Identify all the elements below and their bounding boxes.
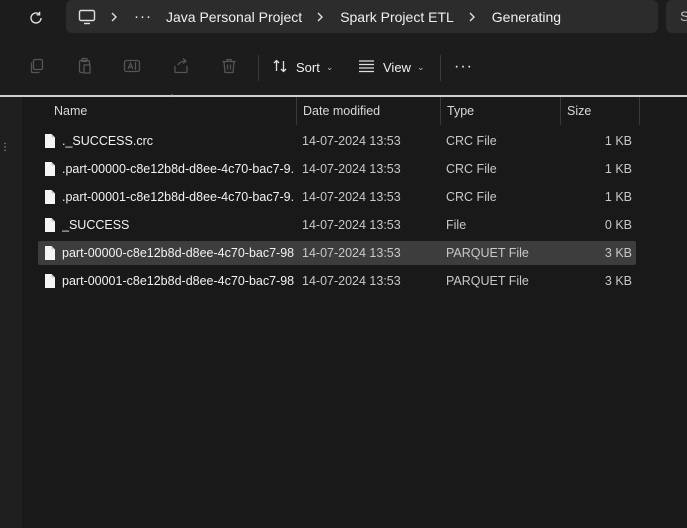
file-row[interactable]: _SUCCESS 14-07-2024 13:53 File 0 KB xyxy=(38,213,636,237)
share-icon[interactable] xyxy=(172,57,192,77)
file-type: CRC File xyxy=(446,190,497,204)
rename-icon[interactable] xyxy=(123,57,143,77)
file-size: 3 KB xyxy=(604,274,632,288)
file-size: 3 KB xyxy=(604,246,632,260)
toolbar-divider xyxy=(258,55,259,81)
file-type: File xyxy=(446,218,467,232)
file-type: PARQUET File xyxy=(446,246,529,260)
breadcrumb-spark-project-etl[interactable]: Spark Project ETL xyxy=(340,9,454,25)
file-name: .part-00000-c8e12b8d-d8ee-4c70-bac7-9... xyxy=(62,162,294,176)
copy-icon[interactable] xyxy=(28,57,48,77)
pane-edge-marker: ⋮ xyxy=(0,142,10,153)
file-row[interactable]: part-00000-c8e12b8d-d8ee-4c70-bac7-98...… xyxy=(38,241,636,265)
command-bar: Sort ⌄ View ⌄ ··· xyxy=(0,40,687,96)
column-header-date-modified[interactable]: Date modified xyxy=(296,97,440,125)
column-header-type[interactable]: Type xyxy=(440,97,560,125)
file-icon xyxy=(44,245,58,261)
file-date-modified: 14-07-2024 13:53 xyxy=(302,162,401,176)
refresh-icon[interactable] xyxy=(26,8,46,28)
breadcrumb-generating[interactable]: Generating xyxy=(492,9,561,25)
file-date-modified: 14-07-2024 13:53 xyxy=(302,246,401,260)
sort-icon xyxy=(272,58,288,77)
file-date-modified: 14-07-2024 13:53 xyxy=(302,274,401,288)
chevron-right-icon xyxy=(316,11,324,23)
file-date-modified: 14-07-2024 13:53 xyxy=(302,190,401,204)
view-label: View xyxy=(383,59,411,75)
file-date-modified: 14-07-2024 13:53 xyxy=(302,134,401,148)
file-size: 0 KB xyxy=(604,218,632,232)
toolbar-divider xyxy=(440,55,441,81)
file-icon xyxy=(44,161,58,177)
delete-icon[interactable] xyxy=(220,57,240,77)
file-name: part-00000-c8e12b8d-d8ee-4c70-bac7-98... xyxy=(62,246,294,260)
file-icon xyxy=(44,217,58,233)
address-bar[interactable]: ··· Java Personal Project Spark Project … xyxy=(66,0,658,33)
file-icon xyxy=(44,273,58,289)
computer-icon xyxy=(78,8,96,26)
file-icon xyxy=(44,189,58,205)
file-name: .part-00001-c8e12b8d-d8ee-4c70-bac7-9... xyxy=(62,190,294,204)
file-type: PARQUET File xyxy=(446,274,529,288)
chevron-down-icon: ⌄ xyxy=(416,61,425,72)
navigation-bar: ··· Java Personal Project Spark Project … xyxy=(0,0,687,40)
file-type: CRC File xyxy=(446,162,497,176)
file-name: part-00001-c8e12b8d-d8ee-4c70-bac7-98... xyxy=(62,274,294,288)
file-size: 1 KB xyxy=(604,190,632,204)
file-size: 1 KB xyxy=(604,134,632,148)
view-icon xyxy=(358,59,375,76)
file-row[interactable]: .part-00001-c8e12b8d-d8ee-4c70-bac7-9...… xyxy=(38,185,636,209)
chevron-down-icon: ⌄ xyxy=(325,61,334,72)
file-row[interactable]: .part-00000-c8e12b8d-d8ee-4c70-bac7-9...… xyxy=(38,157,636,181)
navigation-pane[interactable]: ⋮ xyxy=(0,97,22,528)
file-name: _SUCCESS xyxy=(62,218,130,232)
breadcrumb-java-personal-project[interactable]: Java Personal Project xyxy=(166,9,302,25)
view-button[interactable]: View ⌄ xyxy=(358,56,425,78)
file-name: ._SUCCESS.crc xyxy=(62,134,153,148)
more-options-button[interactable]: ··· xyxy=(454,56,473,78)
file-size: 1 KB xyxy=(604,162,632,176)
column-header-size[interactable]: Size xyxy=(560,97,640,125)
search-box[interactable]: S xyxy=(666,0,687,33)
chevron-right-icon xyxy=(110,11,118,23)
file-date-modified: 14-07-2024 13:53 xyxy=(302,218,401,232)
file-type: CRC File xyxy=(446,134,497,148)
column-header-name[interactable]: Name xyxy=(48,97,296,125)
chevron-right-icon xyxy=(468,11,476,23)
file-row[interactable]: ._SUCCESS.crc 14-07-2024 13:53 CRC File 1 K… xyxy=(38,129,636,153)
file-row[interactable]: part-00001-c8e12b8d-d8ee-4c70-bac7-98...… xyxy=(38,269,636,293)
paste-icon[interactable] xyxy=(76,57,96,77)
file-list: ⌃ Name Date modified Type Size ._SUCCESS… xyxy=(22,93,687,528)
file-icon xyxy=(44,133,58,149)
sort-button[interactable]: Sort ⌄ xyxy=(272,56,333,78)
breadcrumb-overflow[interactable]: ··· xyxy=(134,8,152,25)
sort-label: Sort xyxy=(296,59,320,75)
